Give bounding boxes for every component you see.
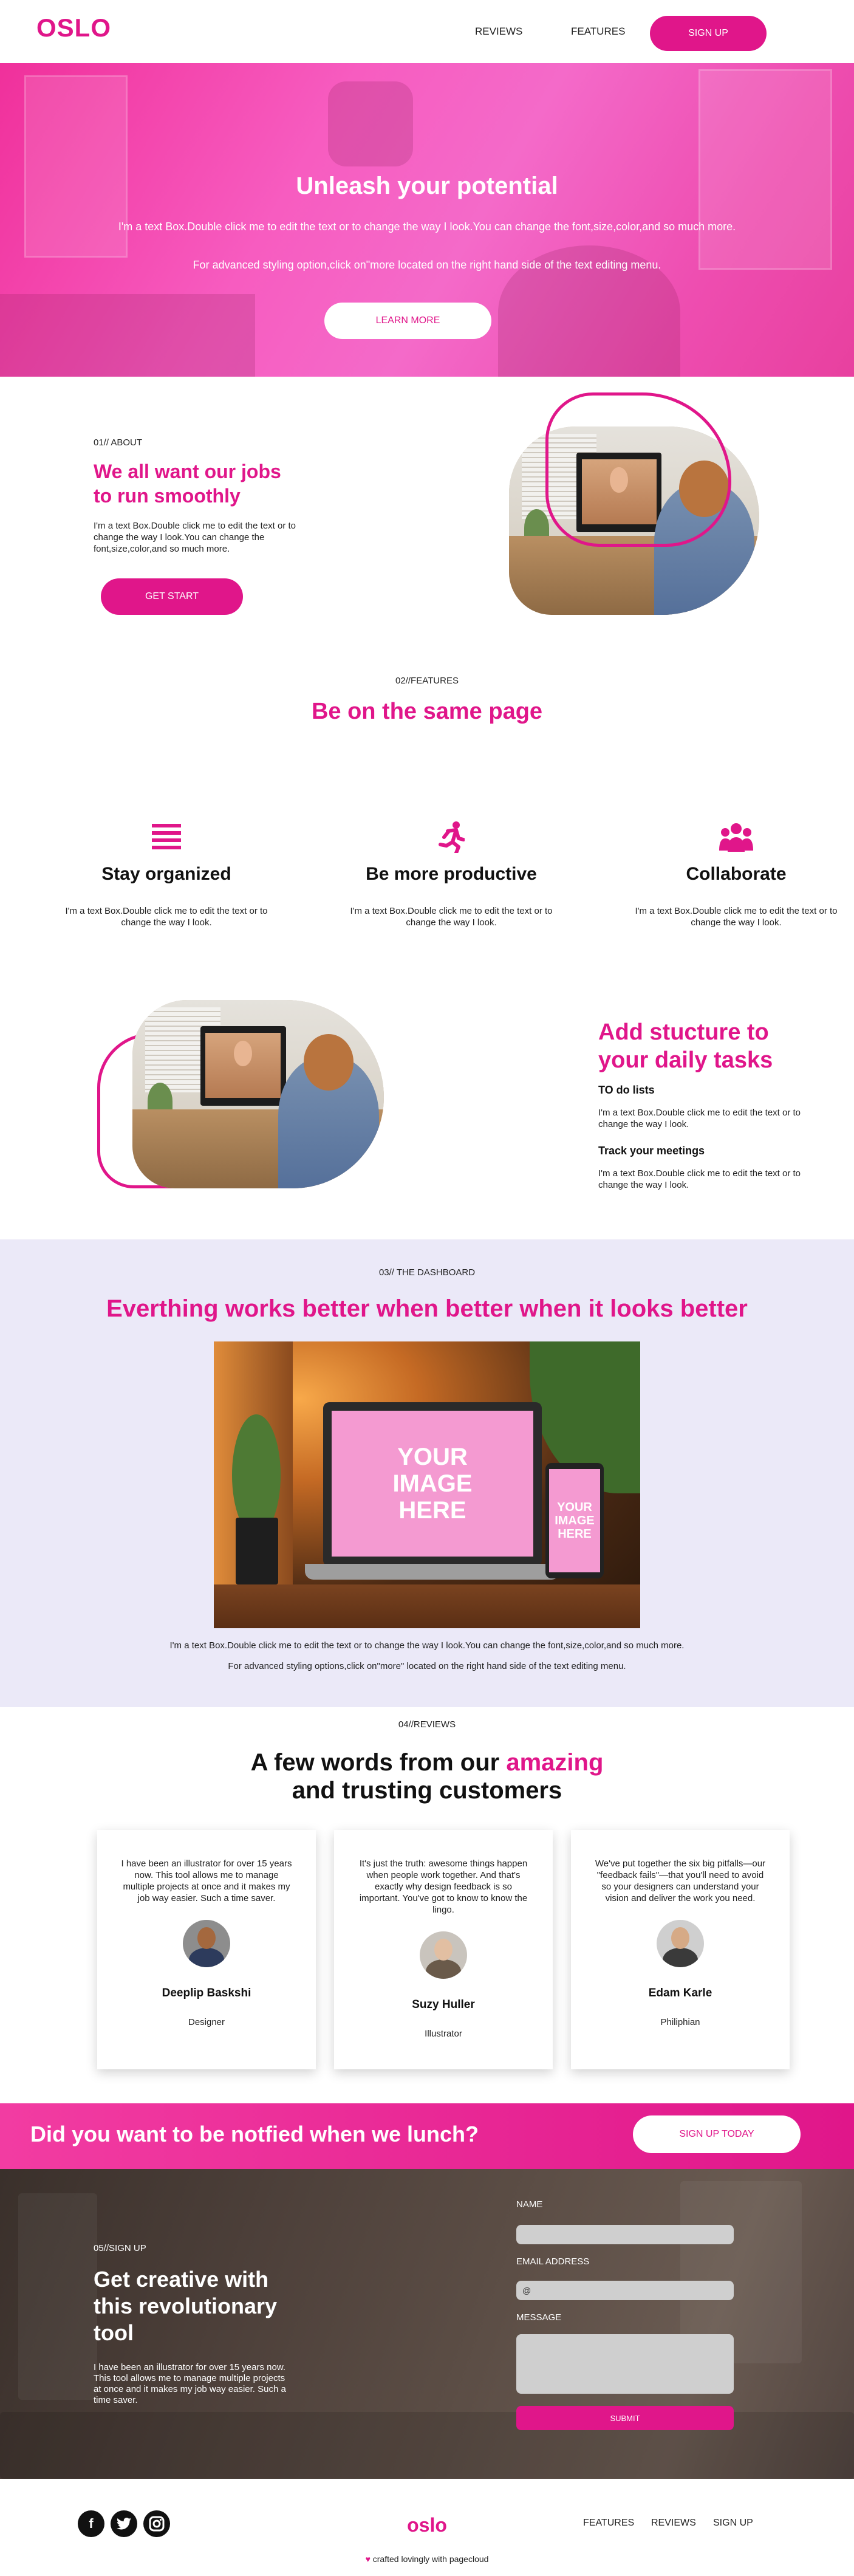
reviewer-name: Deeplip Baskshi bbox=[162, 1987, 251, 1999]
feature-text: I'm a text Box.Double click me to edit t… bbox=[65, 906, 268, 928]
signup-today-button[interactable]: SIGN UP TODAY bbox=[633, 2115, 801, 2153]
dashboard-image: YOUR IMAGE HERE YOUR IMAGE HERE bbox=[214, 1341, 640, 1628]
about-photo-outline bbox=[545, 392, 731, 547]
hero-text: I'm a text Box.Double click me to edit t… bbox=[118, 221, 736, 233]
dashboard-subtext: For advanced styling options,click on"mo… bbox=[228, 1661, 626, 1671]
reviews-section: 04//REVIEWS A few words from our amazing… bbox=[0, 1707, 854, 2103]
placeholder-text: IMAGE bbox=[392, 1470, 473, 1497]
nav-reviews-link[interactable]: REVIEWS bbox=[475, 26, 522, 38]
site-header: OSLO REVIEWS FEATURES SIGN UP bbox=[0, 0, 854, 63]
structure-section: Add stucture to your daily tasks TO do l… bbox=[0, 978, 854, 1239]
placeholder-text: HERE bbox=[398, 1497, 466, 1524]
structure-title: Add stucture to your daily tasks bbox=[598, 1019, 773, 1073]
get-start-button[interactable]: GET START bbox=[101, 578, 243, 615]
dashboard-title: Everthing works better when better when … bbox=[106, 1295, 748, 1322]
features-eyebrow: 02//FEATURES bbox=[395, 676, 459, 686]
hero-bg-frame bbox=[328, 81, 413, 166]
about-eyebrow: 01// ABOUT bbox=[94, 437, 143, 448]
feature-title: Be more productive bbox=[366, 864, 537, 884]
todo-text: I'm a text Box.Double click me to edit t… bbox=[598, 1108, 801, 1129]
review-card: I have been an illustrator for over 15 y… bbox=[97, 1830, 316, 2069]
list-icon bbox=[51, 819, 282, 855]
about-text: I'm a text Box.Double click me to edit t… bbox=[94, 521, 296, 554]
feature-item: Be more productive I'm a text Box.Double… bbox=[336, 819, 567, 928]
feature-text: I'm a text Box.Double click me to edit t… bbox=[350, 906, 553, 928]
dashboard-section: 03// THE DASHBOARD Everthing works bette… bbox=[0, 1239, 854, 1707]
nav-features-link[interactable]: FEATURES bbox=[571, 26, 625, 38]
notify-banner: Did you want to be notfied when we lunch… bbox=[0, 2103, 854, 2169]
dashboard-eyebrow: 03// THE DASHBOARD bbox=[378, 1267, 476, 1278]
meetings-heading: Track your meetings bbox=[598, 1145, 705, 1157]
name-label: NAME bbox=[516, 2199, 543, 2210]
site-footer: f oslo FEATURES REVIEWS SIGN UP ♥ crafte… bbox=[0, 2479, 854, 2576]
dashboard-text: I'm a text Box.Double click me to edit t… bbox=[169, 1640, 685, 1651]
structure-photo bbox=[132, 1000, 384, 1188]
reviewer-role: Philiphian bbox=[660, 2017, 700, 2027]
message-field[interactable] bbox=[516, 2334, 734, 2394]
footer-signup-link[interactable]: SIGN UP bbox=[713, 2518, 753, 2529]
meetings-text: I'm a text Box.Double click me to edit t… bbox=[598, 1168, 801, 1190]
message-label: MESSAGE bbox=[516, 2312, 562, 2323]
phone-screen: YOUR IMAGE HERE bbox=[549, 1469, 600, 1572]
signup-eyebrow: 05//SIGN UP bbox=[94, 2243, 146, 2253]
reviewer-name: Edam Karle bbox=[648, 1987, 712, 1999]
placeholder-text: IMAGE bbox=[555, 1514, 595, 1527]
laptop-screen: YOUR IMAGE HERE bbox=[332, 1411, 533, 1557]
heart-icon: ♥ bbox=[365, 2554, 371, 2564]
about-section: 01// ABOUT We all want our jobs to run s… bbox=[0, 377, 854, 662]
feature-title: Collaborate bbox=[686, 864, 787, 884]
features-section: 02//FEATURES Be on the same page Stay or… bbox=[0, 662, 854, 978]
learn-more-button[interactable]: LEARN MORE bbox=[324, 303, 491, 339]
email-label: EMAIL ADDRESS bbox=[516, 2256, 590, 2267]
reviews-title: A few words from our amazing and trustin… bbox=[0, 1749, 854, 1804]
signup-section: 05//SIGN UP Get creative with this revol… bbox=[0, 2169, 854, 2479]
todo-heading: TO do lists bbox=[598, 1084, 655, 1096]
placeholder-text: YOUR bbox=[557, 1501, 592, 1514]
placeholder-text: YOUR bbox=[397, 1444, 468, 1470]
crafted-text: crafted lovingly with pagecloud bbox=[372, 2554, 489, 2564]
email-field[interactable] bbox=[516, 2281, 734, 2300]
signup-title: Get creative with this revolutionary too… bbox=[94, 2267, 278, 2345]
notify-title: Did you want to be notfied when we lunch… bbox=[30, 2122, 479, 2146]
hero-bg-floor bbox=[0, 294, 255, 377]
users-icon bbox=[621, 819, 852, 855]
review-card: It's just the truth: awesome things happ… bbox=[334, 1830, 553, 2069]
reviews-eyebrow: 04//REVIEWS bbox=[398, 1719, 456, 1730]
reviewer-role: Illustrator bbox=[425, 2029, 462, 2039]
review-text: It's just the truth: awesome things happ… bbox=[359, 1858, 528, 1915]
running-icon bbox=[336, 819, 567, 855]
crafted-note: ♥ crafted lovingly with pagecloud bbox=[0, 2554, 854, 2564]
reviews-title-part: A few words from our bbox=[250, 1749, 507, 1776]
avatar bbox=[420, 1931, 467, 1979]
about-title: We all want our jobs to run smoothly bbox=[94, 461, 281, 507]
logo[interactable]: OSLO bbox=[36, 13, 111, 43]
review-card: We've put together the six big pitfalls—… bbox=[571, 1830, 790, 2069]
avatar bbox=[657, 1920, 704, 1967]
signup-bg-window bbox=[18, 2193, 97, 2400]
placeholder-text: HERE bbox=[558, 1527, 592, 1541]
reviewer-role: Designer bbox=[188, 2017, 225, 2027]
reviews-title-part: and trusting customers bbox=[292, 1777, 562, 1804]
hero-bg-window bbox=[699, 69, 832, 270]
hero-section: Unleash your potential I'm a text Box.Do… bbox=[0, 63, 854, 377]
features-title: Be on the same page bbox=[311, 699, 543, 724]
feature-item: Stay organized I'm a text Box.Double cli… bbox=[51, 819, 282, 928]
feature-item: Collaborate I'm a text Box.Double click … bbox=[621, 819, 852, 928]
hero-subtext: For advanced styling option,click on"mor… bbox=[193, 259, 661, 271]
signup-button[interactable]: SIGN UP bbox=[650, 16, 767, 51]
avatar bbox=[183, 1920, 230, 1967]
reviewer-name: Suzy Huller bbox=[412, 1998, 475, 2011]
feature-text: I'm a text Box.Double click me to edit t… bbox=[635, 906, 838, 928]
submit-button[interactable]: SUBMIT bbox=[516, 2406, 734, 2430]
signup-text: I have been an illustrator for over 15 y… bbox=[94, 2362, 286, 2405]
footer-features-link[interactable]: FEATURES bbox=[583, 2518, 634, 2529]
review-text: We've put together the six big pitfalls—… bbox=[595, 1858, 766, 1903]
hero-title: Unleash your potential bbox=[296, 173, 558, 199]
reviews-title-highlight: amazing bbox=[506, 1749, 604, 1776]
feature-title: Stay organized bbox=[101, 864, 231, 884]
footer-reviews-link[interactable]: REVIEWS bbox=[651, 2518, 696, 2529]
name-field[interactable] bbox=[516, 2225, 734, 2244]
review-text: I have been an illustrator for over 15 y… bbox=[121, 1858, 292, 1903]
